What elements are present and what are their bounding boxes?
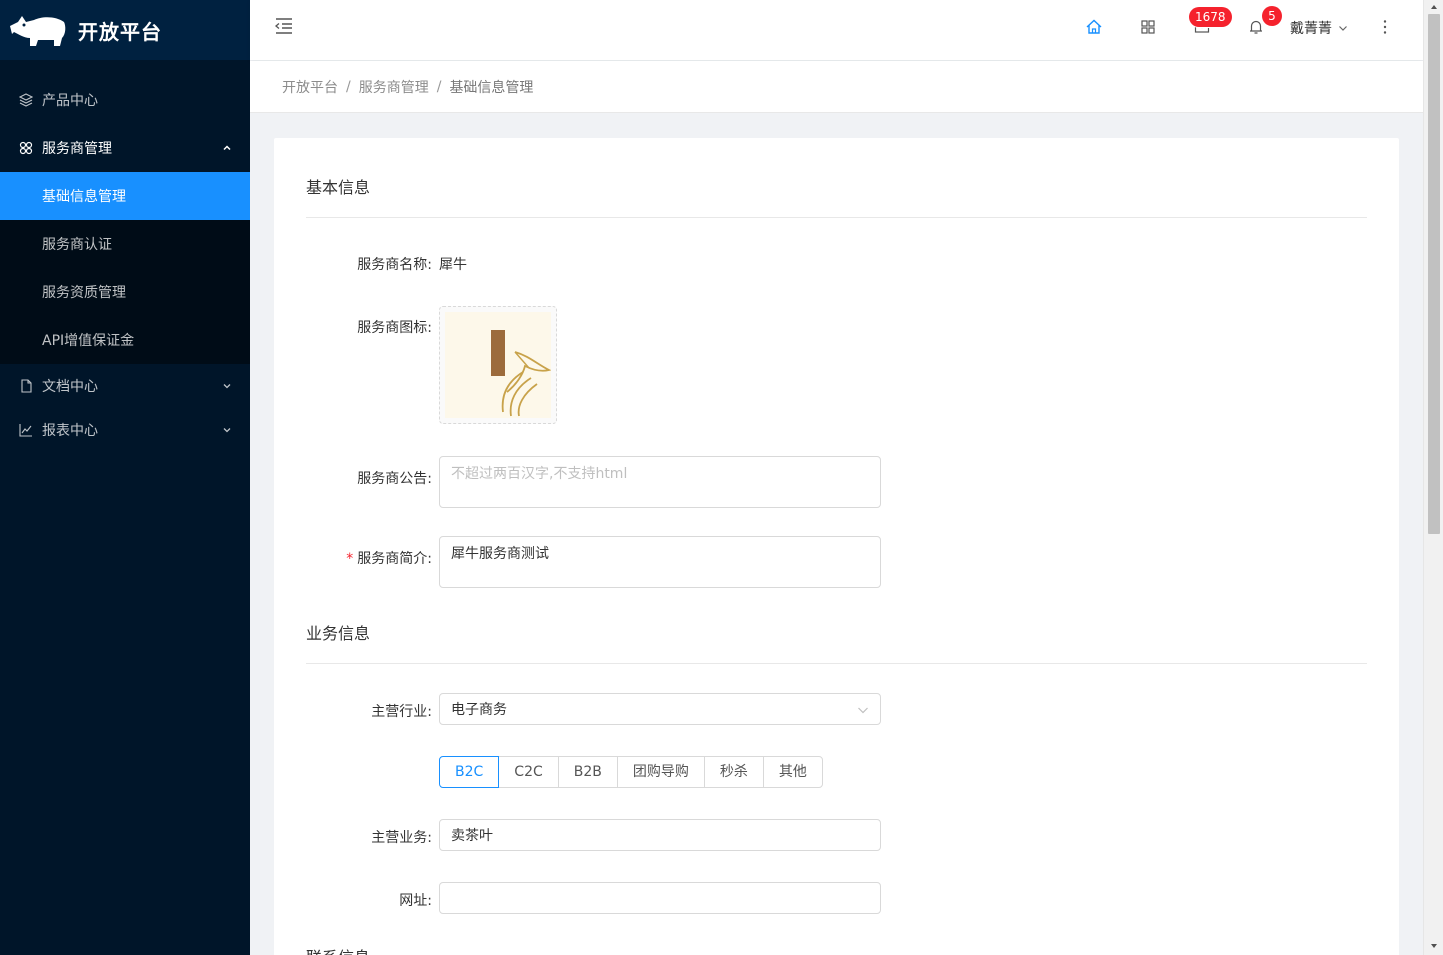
user-manual-icon xyxy=(491,330,552,417)
intro-label-text: 服务商简介: xyxy=(357,551,432,567)
sidebar-item-doc-center[interactable]: 文档中心 xyxy=(0,364,250,408)
home-icon[interactable] xyxy=(1085,18,1103,36)
provider-icon-upload[interactable]: 用户手册 xyxy=(439,306,557,546)
divider xyxy=(306,217,1367,218)
required-marker: * xyxy=(346,551,354,567)
sidebar-item-product-center[interactable]: 产品中心 xyxy=(0,76,250,124)
submenu-provider-management: 基础信息管理 服务商认证 服务资质管理 API增值保证金 xyxy=(0,172,250,364)
sidebar-item-label: 报表中心 xyxy=(42,423,98,439)
chevron-down-icon xyxy=(858,707,868,714)
radio-b2b[interactable]: B2B xyxy=(557,756,618,788)
sidebar-item-provider-management[interactable]: 服务商管理 xyxy=(0,124,250,172)
mail-badge: 1678 xyxy=(1189,7,1232,27)
provider-name-label: 服务商名称: xyxy=(357,257,432,273)
chevron-up-icon xyxy=(223,145,231,151)
sidebar-item-qualification[interactable]: 服务资质管理 xyxy=(0,268,250,316)
breadcrumb-item-provider-management[interactable]: 服务商管理 xyxy=(359,77,429,97)
radio-other[interactable]: 其他 xyxy=(762,756,823,788)
breadcrumb-item-platform[interactable]: 开放平台 xyxy=(282,77,338,97)
provider-name-value: 犀牛 xyxy=(439,257,467,273)
sidebar-item-label: 产品中心 xyxy=(42,93,98,109)
breadcrumb-separator: / xyxy=(436,78,442,95)
top-header: 1678 5 戴菁菁 xyxy=(250,0,1423,60)
radio-b2c[interactable]: B2C xyxy=(439,756,500,788)
chevron-down-icon xyxy=(223,428,231,433)
main-business-input[interactable] xyxy=(439,819,881,851)
layers-icon xyxy=(18,92,34,108)
sidebar-item-label: 服务商管理 xyxy=(42,141,112,157)
industry-type-radio-group: B2C C2C B2B 团购导购 秒杀 其他 xyxy=(439,756,823,788)
sidebar-item-basic-info[interactable]: 基础信息管理 xyxy=(0,172,250,220)
sidebar-item-label: 文档中心 xyxy=(42,379,98,395)
appstore-icon[interactable] xyxy=(1139,18,1157,36)
notice-label: 服务商公告: xyxy=(357,471,432,487)
user-name: 戴菁菁 xyxy=(1290,21,1332,37)
radio-flash-sale[interactable]: 秒杀 xyxy=(703,756,764,788)
radio-group-buying[interactable]: 团购导购 xyxy=(616,756,705,788)
provider-icon-label: 服务商图标: xyxy=(357,320,432,336)
section-title-business: 业务信息 xyxy=(306,624,371,643)
sidebar-menu: 产品中心 服务商管理 基础信息管理 服务商认证 服务资质管理 API增值保证金 … xyxy=(0,60,250,452)
file-icon xyxy=(18,378,34,394)
scrollbar-thumb[interactable] xyxy=(1428,14,1440,534)
rhino-logo-icon xyxy=(10,16,66,46)
notification-badge: 5 xyxy=(1262,6,1282,26)
website-input[interactable] xyxy=(439,882,881,914)
line-chart-icon xyxy=(18,422,34,438)
website-label: 网址: xyxy=(399,893,432,909)
sidebar-item-provider-certification[interactable]: 服务商认证 xyxy=(0,220,250,268)
app-title: 开放平台 xyxy=(78,19,162,44)
page-scrollbar[interactable] xyxy=(1423,0,1443,955)
industry-select-value: 电子商务 xyxy=(451,702,507,718)
section-title-contact: 联系信息 xyxy=(306,944,370,955)
logo[interactable]: 开放平台 xyxy=(0,0,250,60)
sidebar-item-report-center[interactable]: 报表中心 xyxy=(0,408,250,452)
industry-select[interactable]: 电子商务 xyxy=(439,693,881,725)
breadcrumb-item-current: 基础信息管理 xyxy=(449,79,534,96)
scroll-down-icon[interactable] xyxy=(1430,942,1438,950)
main-business-label: 主营业务: xyxy=(371,830,432,846)
chevron-down-icon xyxy=(1339,26,1347,31)
more-vertical-icon[interactable] xyxy=(1376,18,1394,36)
section-title-basic: 基本信息 xyxy=(306,178,371,197)
provider-icon-image: 用户手册 xyxy=(445,312,552,546)
user-menu[interactable]: 戴菁菁 xyxy=(1290,18,1348,38)
sidebar: 开放平台 产品中心 服务商管理 基础信息管理 服务商认证 服务资质管理 API增… xyxy=(0,0,250,955)
breadcrumb: 开放平台 / 服务商管理 / 基础信息管理 xyxy=(250,61,1423,113)
breadcrumb-separator: / xyxy=(346,78,351,95)
intro-textarea[interactable]: 犀牛服务商测试 xyxy=(439,536,881,588)
form-card: 基本信息 服务商名称: 犀牛 服务商图标: 用户手册 服务商公告: *服务商简介… xyxy=(274,138,1399,955)
industry-label: 主营行业: xyxy=(371,704,432,720)
notice-textarea[interactable] xyxy=(439,456,881,508)
apps-icon xyxy=(18,140,34,156)
divider xyxy=(306,663,1367,664)
radio-c2c[interactable]: C2C xyxy=(498,756,559,788)
intro-label: * 服务商简介: xyxy=(274,548,432,568)
menu-fold-icon[interactable] xyxy=(274,16,294,36)
chevron-down-icon xyxy=(223,384,231,389)
sidebar-item-api-deposit[interactable]: API增值保证金 xyxy=(0,316,250,364)
scroll-up-icon[interactable] xyxy=(1430,3,1438,11)
